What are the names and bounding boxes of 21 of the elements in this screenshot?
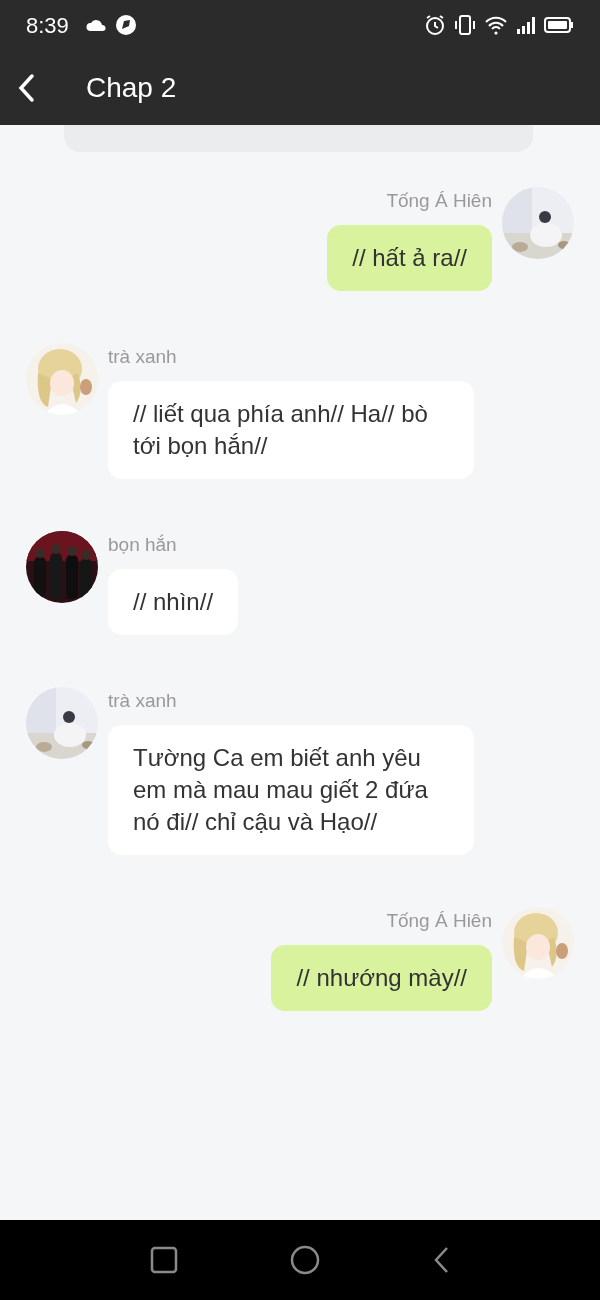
sender-name: trà xanh <box>108 689 177 713</box>
vibrate-icon <box>454 14 476 36</box>
message-bubble: // liết qua phía anh// Ha// bò tới bọn hắn// <box>108 381 474 479</box>
recent-apps-icon[interactable] <box>149 1245 179 1275</box>
sender-name: Tống Á Hiên <box>386 189 492 213</box>
clock-time: 8:39 <box>26 11 69 40</box>
cloud-icon <box>84 18 107 32</box>
alarm-icon <box>424 14 446 36</box>
message-bubble: // hất ả ra// <box>327 225 492 291</box>
home-icon[interactable] <box>289 1244 321 1276</box>
sender-name: trà xanh <box>108 345 177 369</box>
screen-title: Chap 2 <box>86 70 177 105</box>
message-bubble: // nhìn// <box>108 569 239 635</box>
sender-name: Tống Á Hiên <box>386 909 492 933</box>
message-bubble: // nhướng mày// <box>271 945 492 1011</box>
app-icon <box>114 14 137 36</box>
sender-name: bọn hắn <box>108 533 177 557</box>
battery-icon <box>544 16 574 34</box>
message-bubble: Tường Ca em biết anh yêu em mà mau mau giết 2 đứa nó đi// chỉ cậu và Hạo// <box>108 725 474 855</box>
signal-icon <box>516 15 536 35</box>
wifi-icon <box>484 15 508 35</box>
